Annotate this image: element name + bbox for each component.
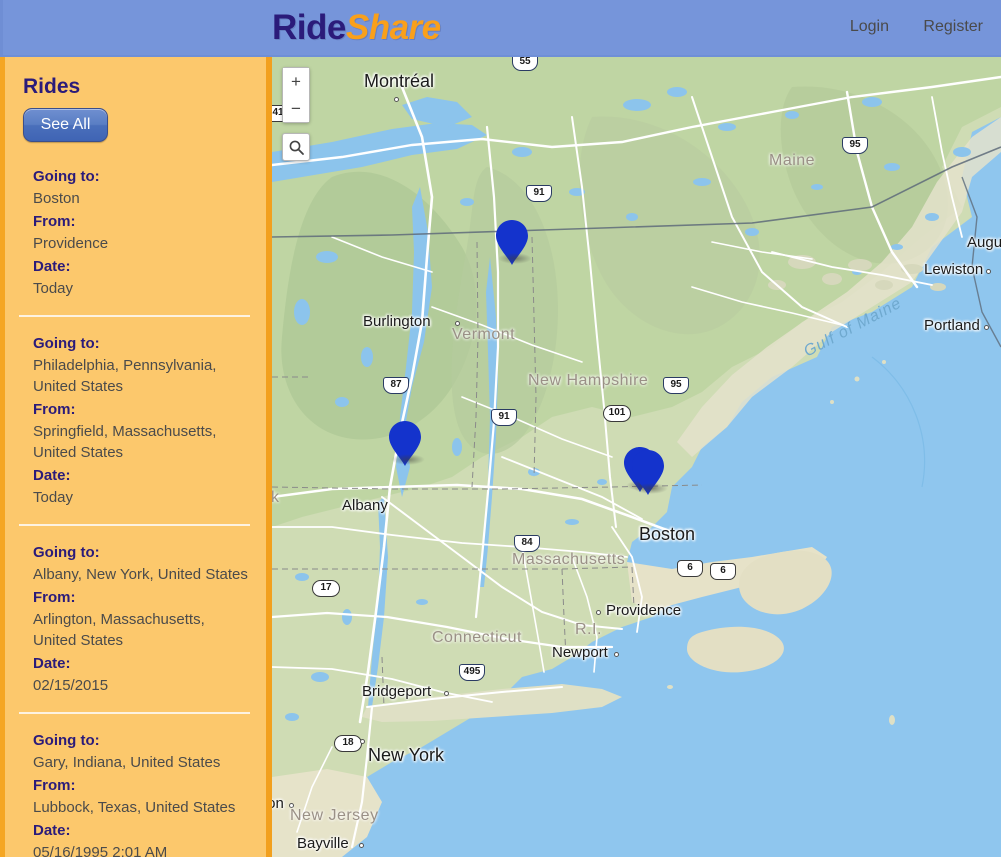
ride-going-to-label: Going to: xyxy=(33,168,100,185)
login-link[interactable]: Login xyxy=(850,18,889,36)
ride-list-item[interactable]: Going to: Gary, Indiana, United States Fro… xyxy=(19,714,250,857)
rides-sidebar: Rides See All Going to: Boston From: Provid… xyxy=(0,57,272,857)
ride-list-item[interactable]: Going to: Philadelphia, Pennsylvania, Uni… xyxy=(19,317,250,526)
map-search-button[interactable] xyxy=(282,133,310,161)
app-header: RideShare Login Register xyxy=(0,0,1001,57)
highway-shield: 91 xyxy=(491,409,517,426)
map-zoom-controls[interactable]: + − xyxy=(282,67,310,123)
ride-date-label: Date: xyxy=(33,258,71,275)
search-icon xyxy=(289,140,304,155)
highway-shield: 87 xyxy=(383,377,409,394)
ride-from-label: From: xyxy=(33,213,76,230)
ride-going-to-label: Going to: xyxy=(33,544,100,561)
ride-date-value: 02/15/2015 xyxy=(33,677,109,694)
ride-date-label: Date: xyxy=(33,655,71,672)
highway-shield: 6 xyxy=(677,560,703,577)
ride-list: Going to: Boston From: Providence Date: Today… xyxy=(19,164,250,857)
highway-shield: 84 xyxy=(514,535,540,552)
map-marker-albany[interactable] xyxy=(387,420,425,468)
ride-from-value: Providence xyxy=(33,235,109,252)
map-city-dot xyxy=(614,652,619,657)
marker-shadow xyxy=(634,483,668,494)
map-city-dot xyxy=(359,843,364,848)
ride-from-label: From: xyxy=(33,777,76,794)
ride-going-to-label: Going to: xyxy=(33,732,100,749)
logo-text-share: Share xyxy=(345,8,441,47)
highway-shield: 55 xyxy=(512,57,538,71)
register-link[interactable]: Register xyxy=(923,18,983,36)
ride-date-label: Date: xyxy=(33,467,71,484)
ride-date-value: Today xyxy=(33,489,74,506)
map-city-dot xyxy=(596,610,601,615)
marker-shadow xyxy=(498,253,532,264)
highway-shield: 95 xyxy=(842,137,868,154)
ride-from-value: Springfield, Massachusetts, United State… xyxy=(33,423,217,461)
map-city-dot xyxy=(455,321,460,326)
map-city-dot xyxy=(444,691,449,696)
map-city-dot xyxy=(986,269,991,274)
ride-from-value: Arlington, Massachusetts, United States xyxy=(33,611,205,649)
header-nav: Login Register xyxy=(820,18,983,36)
header-left-strip xyxy=(0,0,3,57)
ride-list-item[interactable]: Going to: Albany, New York, United States… xyxy=(19,526,250,714)
zoom-out-button[interactable]: − xyxy=(283,95,309,122)
logo-text-ride: Ride xyxy=(272,8,346,47)
ride-going-to-value: Philadelphia, Pennsylvania, United State… xyxy=(33,357,217,395)
map-canvas[interactable]: + − 55 41 91 95 87 91 95 101 84 6 6 17 495 18 Montréa… xyxy=(272,57,1001,857)
highway-shield: 101 xyxy=(603,405,631,422)
ride-from-label: From: xyxy=(33,589,76,606)
map-city-dot xyxy=(360,739,365,744)
highway-shield: 495 xyxy=(459,664,485,681)
highway-shield: 6 xyxy=(710,563,736,580)
zoom-in-button[interactable]: + xyxy=(283,68,309,95)
page-title: Rides xyxy=(23,75,81,98)
app-logo[interactable]: RideShare xyxy=(272,8,441,48)
map-marker-boston-front[interactable] xyxy=(630,449,668,497)
see-all-button[interactable]: See All xyxy=(23,108,108,142)
map-city-dot xyxy=(394,97,399,102)
highway-shield: 95 xyxy=(663,377,689,394)
highway-shield: 91 xyxy=(526,185,552,202)
highway-shield: 18 xyxy=(334,735,362,752)
ride-from-value: Lubbock, Texas, United States xyxy=(33,799,236,816)
ride-going-to-value: Albany, New York, United States xyxy=(33,566,248,583)
map-marker-vermont[interactable] xyxy=(494,219,532,267)
ride-going-to-label: Going to: xyxy=(33,335,100,352)
ride-from-label: From: xyxy=(33,401,76,418)
ride-list-item[interactable]: Going to: Boston From: Providence Date: Today xyxy=(19,164,250,317)
ride-going-to-value: Boston xyxy=(33,190,80,207)
map-city-dot xyxy=(289,803,294,808)
highway-shield: 17 xyxy=(312,580,340,597)
ride-date-label: Date: xyxy=(33,822,71,839)
ride-going-to-value: Gary, Indiana, United States xyxy=(33,754,221,771)
marker-shadow xyxy=(391,454,425,465)
ride-date-value: 05/16/1995 2:01 AM xyxy=(33,844,168,857)
ride-date-value: Today xyxy=(33,280,74,297)
map-city-dot xyxy=(984,325,989,330)
